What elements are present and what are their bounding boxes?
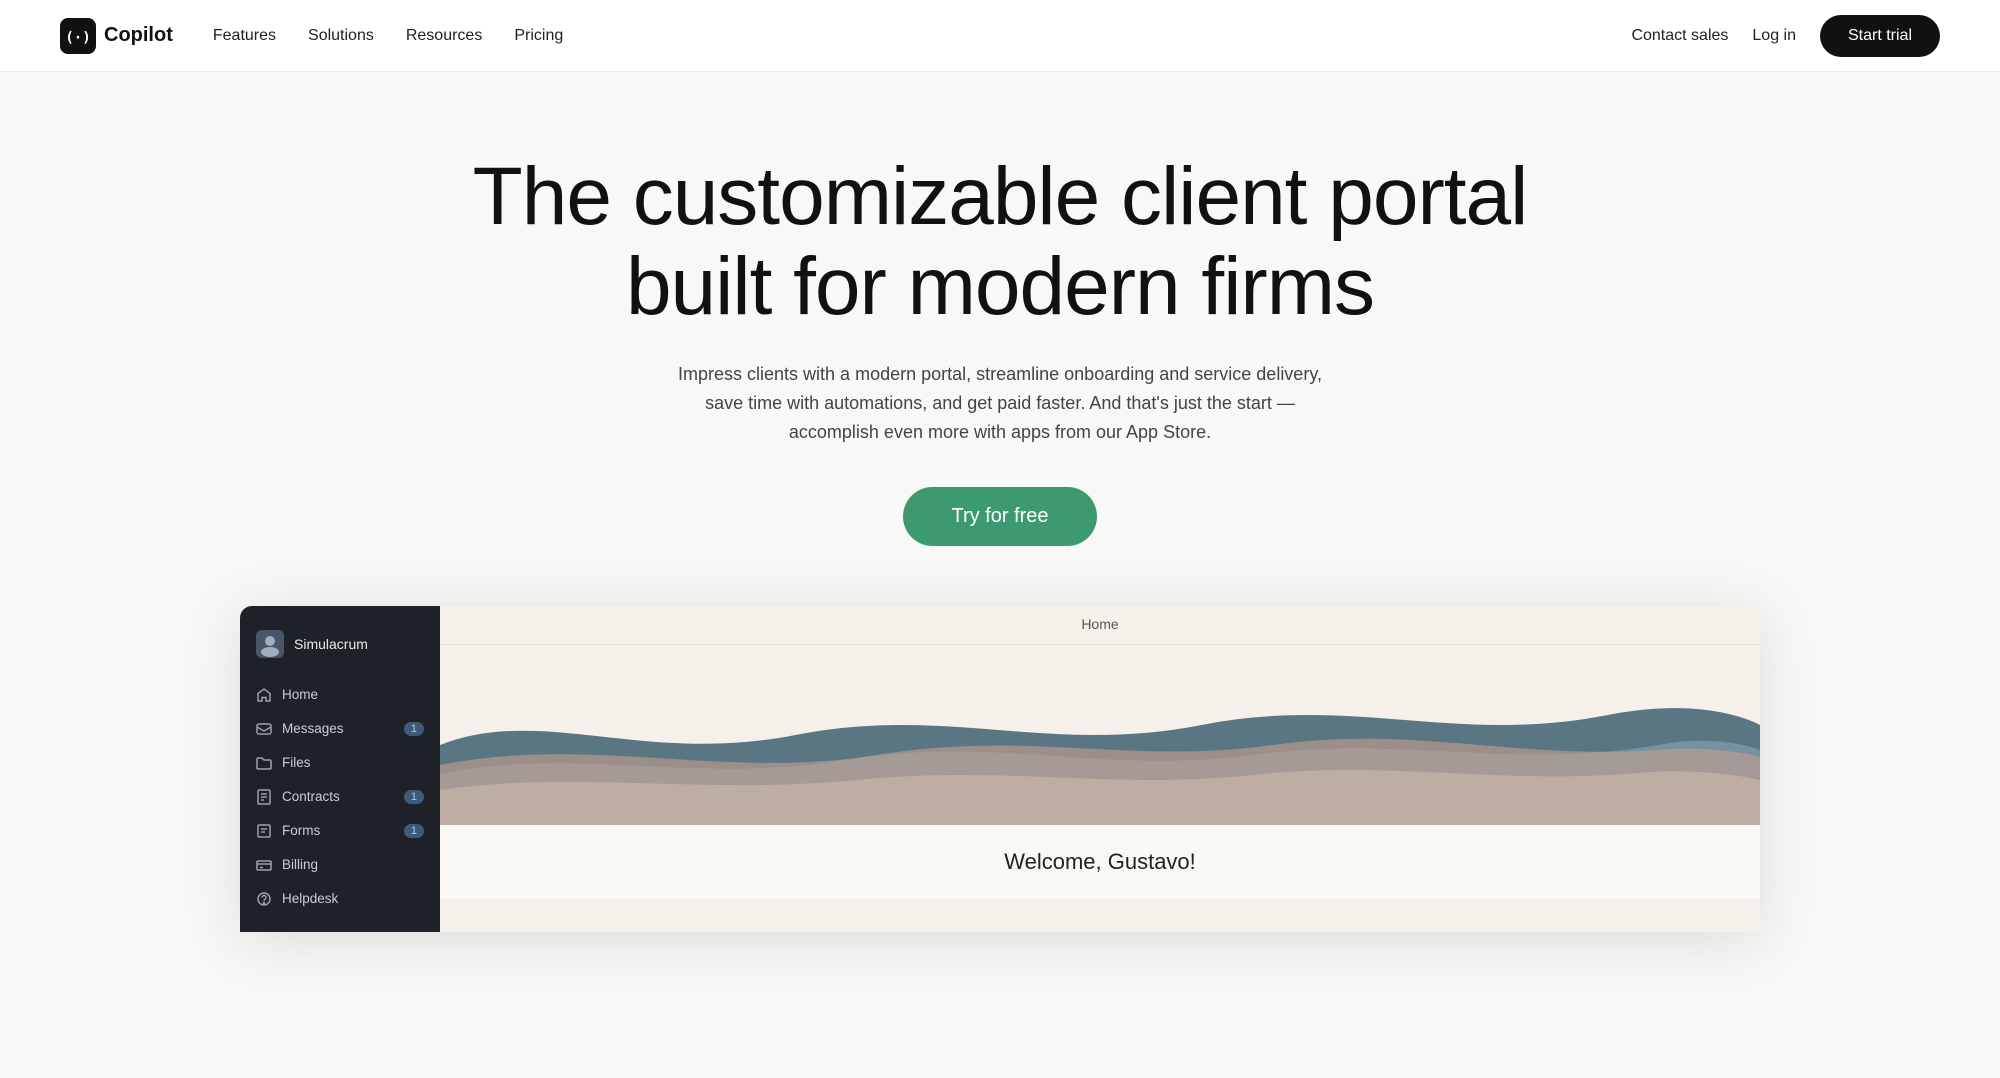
try-for-free-button[interactable]: Try for free <box>903 487 1096 546</box>
sidebar: Simulacrum Home <box>240 606 440 932</box>
nav-links: Features Solutions Resources Pricing <box>213 27 563 45</box>
svg-text:(·): (·) <box>65 29 90 45</box>
avatar-icon <box>256 630 284 658</box>
sidebar-item-files-label: Files <box>282 755 311 770</box>
sidebar-header: Simulacrum <box>240 622 440 678</box>
sidebar-item-billing-label: Billing <box>282 857 318 872</box>
hero-section: The customizable client portal built for… <box>0 72 2000 982</box>
welcome-text: Welcome, Gustavo! <box>1004 849 1196 874</box>
logo-text: Copilot <box>104 24 173 47</box>
sidebar-item-forms[interactable]: Forms 1 <box>240 814 440 848</box>
dashboard-preview: Simulacrum Home <box>240 606 1760 932</box>
sidebar-item-helpdesk-label: Helpdesk <box>282 891 338 906</box>
helpdesk-icon <box>256 891 272 907</box>
sidebar-nav: Home Messages 1 <box>240 678 440 916</box>
messages-badge: 1 <box>404 722 424 736</box>
main-topbar: Home <box>440 606 1760 645</box>
sidebar-brand: Simulacrum <box>294 636 368 652</box>
forms-badge: 1 <box>404 824 424 838</box>
sidebar-item-forms-label: Forms <box>282 823 320 838</box>
sidebar-item-contracts-label: Contracts <box>282 789 340 804</box>
main-content: Home Welcome, Gustavo! <box>440 606 1760 932</box>
sidebar-item-home-label: Home <box>282 687 318 702</box>
message-icon <box>256 721 272 737</box>
hero-subtitle: Impress clients with a modern portal, st… <box>660 360 1340 446</box>
sidebar-item-messages-label: Messages <box>282 721 344 736</box>
hero-title: The customizable client portal built for… <box>450 152 1550 332</box>
contracts-badge: 1 <box>404 790 424 804</box>
welcome-section: Welcome, Gustavo! <box>440 825 1760 899</box>
navbar: (·) Copilot Features Solutions Resources… <box>0 0 2000 72</box>
nav-left: (·) Copilot Features Solutions Resources… <box>60 18 563 54</box>
billing-icon <box>256 857 272 873</box>
home-breadcrumb: Home <box>1081 616 1118 632</box>
login-link[interactable]: Log in <box>1752 27 1796 45</box>
home-icon <box>256 687 272 703</box>
sidebar-item-home[interactable]: Home <box>240 678 440 712</box>
folder-icon <box>256 755 272 771</box>
form-icon <box>256 823 272 839</box>
sidebar-item-messages[interactable]: Messages 1 <box>240 712 440 746</box>
sidebar-item-helpdesk[interactable]: Helpdesk <box>240 882 440 916</box>
start-trial-button[interactable]: Start trial <box>1820 15 1940 57</box>
nav-right: Contact sales Log in Start trial <box>1631 15 1940 57</box>
contract-icon <box>256 789 272 805</box>
nav-item-solutions[interactable]: Solutions <box>308 27 374 45</box>
nav-item-features[interactable]: Features <box>213 27 276 45</box>
nav-item-resources[interactable]: Resources <box>406 27 482 45</box>
copilot-logo-icon: (·) <box>60 18 96 54</box>
nav-item-pricing[interactable]: Pricing <box>514 27 563 45</box>
sidebar-item-contracts[interactable]: Contracts 1 <box>240 780 440 814</box>
wave-svg <box>440 645 1760 825</box>
sidebar-item-billing[interactable]: Billing <box>240 848 440 882</box>
wave-chart <box>440 645 1760 825</box>
sidebar-item-files[interactable]: Files <box>240 746 440 780</box>
logo-link[interactable]: (·) Copilot <box>60 18 173 54</box>
contact-sales-link[interactable]: Contact sales <box>1631 27 1728 45</box>
avatar <box>256 630 284 658</box>
